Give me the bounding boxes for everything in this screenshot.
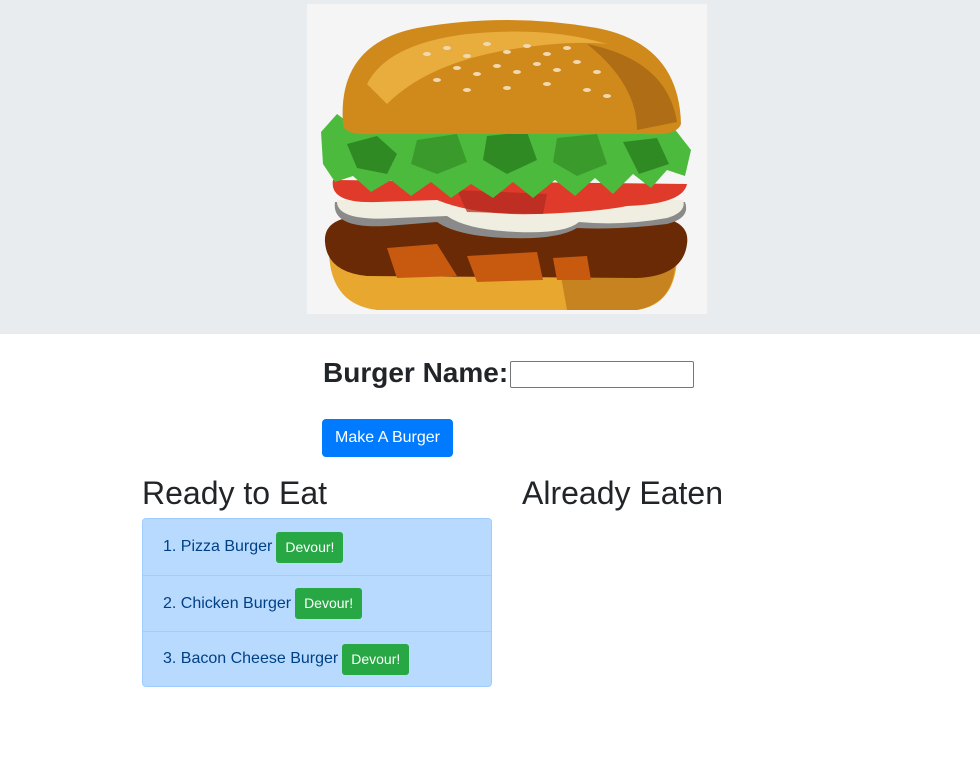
already-eaten-heading: Already Eaten (522, 475, 724, 511)
devour-button[interactable]: Devour! (295, 588, 363, 619)
burger-item-label: 2. Chicken Burger (163, 594, 292, 612)
hamburger-illustration-icon (321, 20, 691, 310)
burger-item-label: 3. Bacon Cheese Burger (163, 650, 339, 667)
devour-button[interactable]: Devour! (342, 643, 410, 675)
list-item: 2. Chicken Burger Devour! (143, 575, 491, 631)
make-burger-button[interactable]: Make A Burger (322, 419, 453, 457)
hamburger-image (307, 4, 707, 314)
ready-to-eat-heading: Ready to Eat (142, 475, 327, 511)
list-item: 3. Bacon Cheese Burger Devour! (143, 631, 491, 686)
burger-name-input[interactable] (510, 361, 694, 388)
devour-button[interactable]: Devour! (276, 531, 344, 563)
hero-banner (0, 0, 980, 334)
burger-name-label: Burger Name: (323, 357, 509, 388)
burger-item-label: 1. Pizza Burger (163, 538, 273, 555)
list-item: 1. Pizza Burger Devour! (143, 519, 491, 575)
ready-burger-list: 1. Pizza Burger Devour! 2. Chicken Burge… (142, 518, 492, 687)
